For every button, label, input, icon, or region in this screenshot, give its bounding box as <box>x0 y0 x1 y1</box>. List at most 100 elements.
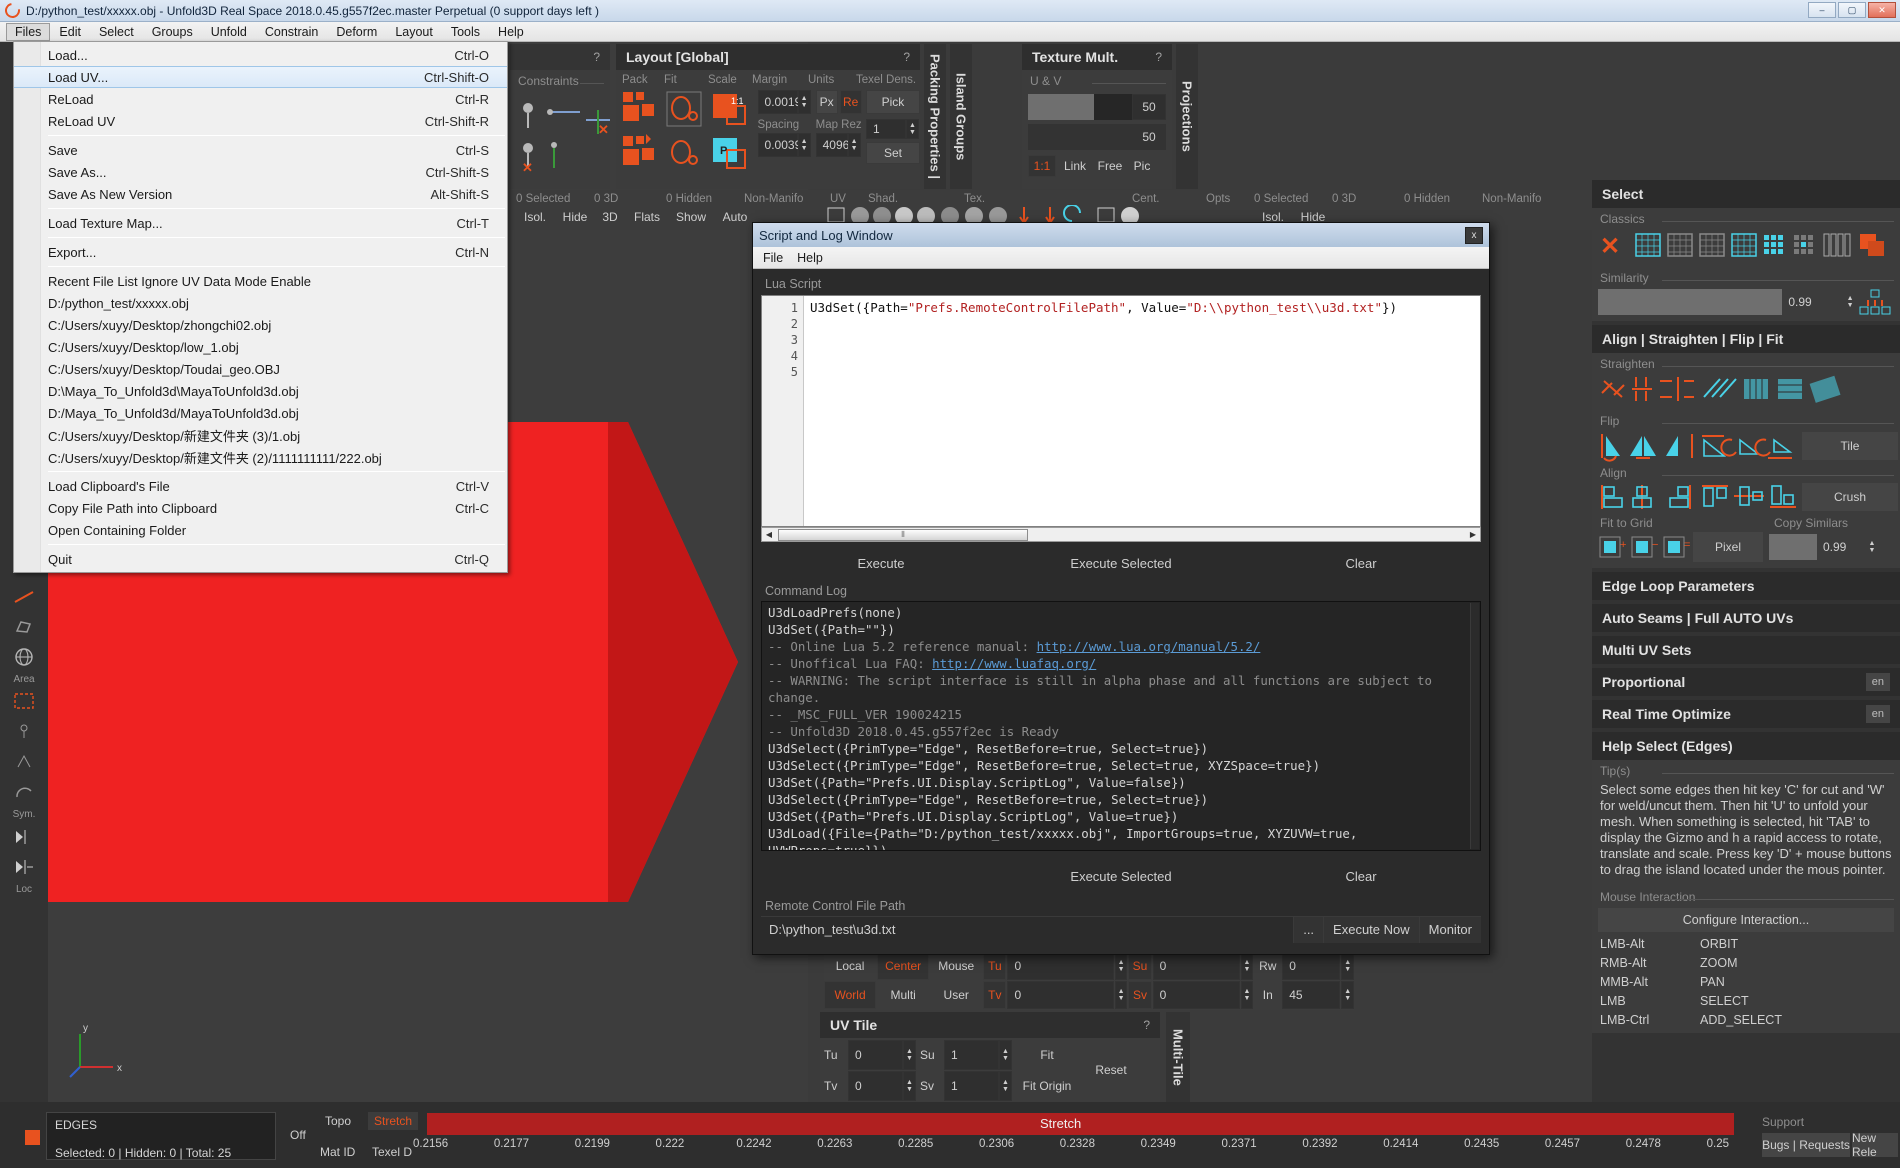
packing-properties-tab[interactable]: Packing Properties | <box>924 44 946 189</box>
scroll-thumb[interactable]: ⦀ <box>778 528 1028 541</box>
texmult-u-value[interactable]: 50 <box>1132 94 1166 120</box>
3d-button[interactable]: 3D <box>596 208 624 225</box>
execute-button[interactable]: Execute <box>761 556 1001 571</box>
minimize-button[interactable]: – <box>1808 2 1836 18</box>
files-menu-item[interactable]: Load Clipboard's File Ctrl-V <box>14 475 507 497</box>
files-menu-item[interactable]: C:/Users/xuyy/Desktop/新建文件夹 (2)/11111111… <box>14 446 507 468</box>
stretch-mode-button[interactable]: Stretch <box>368 1112 419 1130</box>
rw-spinner[interactable]: ▲ ▼ <box>1341 952 1354 980</box>
uvtile-fit-origin-button[interactable]: Fit Origin <box>1012 1071 1082 1101</box>
files-menu-item[interactable]: Copy File Path into Clipboard Ctrl-C <box>14 497 507 519</box>
log-link[interactable]: http://www.lua.org/manual/5.2/ <box>1037 639 1261 654</box>
spacing-spinner[interactable]: ▲ ▼ <box>797 133 811 157</box>
mode-multi-button[interactable]: Multi <box>877 981 930 1009</box>
units-re-button[interactable]: Re <box>839 90 862 114</box>
execute-selected-button[interactable]: Execute Selected <box>1001 556 1241 571</box>
log-execute-selected-button[interactable]: Execute Selected <box>1001 869 1241 884</box>
right-panel-section-header[interactable]: Multi UV Sets <box>1592 636 1900 664</box>
texmult-free-button[interactable]: Free <box>1094 155 1126 177</box>
texmult-pic-button[interactable]: Pic <box>1129 155 1155 177</box>
isolate-button[interactable]: Isol. <box>516 208 554 225</box>
multi-tile-tab[interactable]: Multi-Tile <box>1166 1012 1190 1102</box>
files-menu-item[interactable]: C:/Users/xuyy/Desktop/zhongchi02.obj <box>14 314 507 336</box>
uvtile-tu-spinner[interactable]: ▲ ▼ <box>903 1040 916 1070</box>
align-section-header[interactable]: Align | Straighten | Flip | Fit <box>1592 325 1900 353</box>
sv-spinner[interactable]: ▲ ▼ <box>1240 981 1254 1009</box>
uvtile-tv-input[interactable]: 0 <box>848 1071 903 1101</box>
tv-input[interactable]: 0 <box>1007 981 1114 1009</box>
tv-spinner[interactable]: ▲ ▼ <box>1114 981 1128 1009</box>
show-button[interactable]: Show <box>670 208 712 225</box>
in-input[interactable]: 45 <box>1282 981 1341 1009</box>
files-menu-item[interactable]: Export... Ctrl-N <box>14 241 507 263</box>
su-spinner[interactable]: ▲ ▼ <box>1240 952 1254 980</box>
matid-button[interactable]: Mat ID <box>320 1145 355 1159</box>
texel-spinner[interactable]: ▲ ▼ <box>905 119 919 139</box>
files-menu-item[interactable]: Save As... Ctrl-Shift-S <box>14 161 507 183</box>
mode-center-button[interactable]: Center <box>877 952 930 980</box>
script-and-log-window[interactable]: Script and Log Window x File Help Lua Sc… <box>752 222 1490 955</box>
lasso-icon[interactable] <box>0 612 48 642</box>
log-link[interactable]: http://www.luafaq.org/ <box>932 656 1096 671</box>
mouse-binding-row[interactable]: LMB-Alt ORBIT <box>1600 934 1894 953</box>
classics-icon-row[interactable]: ✕ <box>1598 228 1898 262</box>
right-panel-section-header[interactable]: Real Time Optimize en <box>1592 700 1900 728</box>
uv-tile-help-icon[interactable]: ? <box>1143 1018 1150 1032</box>
layout-help-icon[interactable]: ? <box>903 50 910 64</box>
log-clear-button[interactable]: Clear <box>1241 869 1481 884</box>
straighten-icon-row[interactable] <box>1598 373 1898 405</box>
flip-icon-row[interactable] <box>1598 430 1798 462</box>
mouse-binding-row[interactable]: LMB-Ctrl ADD_SELECT <box>1600 1010 1894 1029</box>
right-panel-section-header[interactable]: Edge Loop Parameters <box>1592 572 1900 600</box>
new-release-link[interactable]: New Rele <box>1852 1131 1898 1159</box>
mode-user-button[interactable]: User <box>930 981 983 1009</box>
menu-deform[interactable]: Deform <box>327 23 386 41</box>
texmult-ratio-button[interactable]: 1:1 <box>1028 155 1056 177</box>
topo-button[interactable]: Topo <box>325 1114 351 1128</box>
configure-interaction-button[interactable]: Configure Interaction... <box>1598 908 1894 932</box>
files-menu-item[interactable]: ReLoad UV Ctrl-Shift-R <box>14 110 507 132</box>
tu-spinner[interactable]: ▲ ▼ <box>1114 952 1128 980</box>
marquee-icon[interactable] <box>0 686 48 716</box>
scroll-right-arrow[interactable]: ▶ <box>1466 530 1480 539</box>
script-horizontal-scrollbar[interactable]: ◀ ⦀ ▶ <box>761 527 1481 542</box>
files-menu-item[interactable]: ReLoad Ctrl-R <box>14 88 507 110</box>
constraints-help-icon[interactable]: ? <box>593 50 600 64</box>
maprez-spinner[interactable]: ▲ ▼ <box>847 133 861 157</box>
files-dropdown-menu[interactable]: Load... Ctrl-O Load UV... Ctrl-Shift-O ReLoa… <box>13 41 508 573</box>
files-menu-item[interactable]: Quit Ctrl-Q <box>14 548 507 570</box>
in-spinner[interactable]: ▲ ▼ <box>1341 981 1354 1009</box>
files-menu-item[interactable]: Load UV... Ctrl-Shift-O <box>14 66 507 88</box>
mouse-binding-row[interactable]: MMB-Alt PAN <box>1600 972 1894 991</box>
remote-control-path-row[interactable]: D:\python_test\u3d.txt ... Execute Now M… <box>761 916 1481 943</box>
pack-icons[interactable] <box>622 90 658 176</box>
copy-similars-spinner[interactable]: ▲ ▼ <box>1865 540 1879 554</box>
texel-pick-button[interactable]: Pick <box>865 90 920 114</box>
lua-script-code[interactable]: U3dSet({Path="Prefs.RemoteControlFilePat… <box>804 296 1480 526</box>
uvtile-tu-input[interactable]: 0 <box>848 1040 903 1070</box>
menu-groups[interactable]: Groups <box>143 23 202 41</box>
pivot-icon[interactable] <box>0 746 48 776</box>
copy-similars-slider[interactable] <box>1769 534 1817 560</box>
pin-icon[interactable] <box>0 716 48 746</box>
similarity-value[interactable]: 0.99 <box>1782 289 1843 315</box>
files-menu-item[interactable]: Save As New Version Alt-Shift-S <box>14 183 507 205</box>
right-panel-section-header[interactable]: Auto Seams | Full AUTO UVs <box>1592 604 1900 632</box>
hide-button[interactable]: Hide <box>556 208 594 225</box>
log-vertical-scrollbar[interactable] <box>1470 603 1479 849</box>
uvtile-fit-button[interactable]: Fit <box>1012 1040 1082 1070</box>
bugs-requests-link[interactable]: Bugs | Requests <box>1762 1133 1850 1157</box>
off-button[interactable]: Off <box>290 1128 306 1142</box>
scale-icons[interactable]: 1:1 P <box>711 90 751 176</box>
arc-icon[interactable] <box>0 776 48 806</box>
scroll-left-arrow[interactable]: ◀ <box>762 530 776 539</box>
globe-icon[interactable] <box>0 642 48 672</box>
command-log-output[interactable]: U3dLoadPrefs(none) U3dSet({Path=""}) -- On… <box>761 601 1481 851</box>
align-icon-row[interactable] <box>1598 482 1798 512</box>
rw-input[interactable]: 0 <box>1282 952 1341 980</box>
similarity-propagate-icon[interactable] <box>1858 289 1894 315</box>
files-menu-item[interactable]: Load Texture Map... Ctrl-T <box>14 212 507 234</box>
texel-density-button[interactable]: Texel D <box>372 1145 412 1159</box>
menu-tools[interactable]: Tools <box>442 23 489 41</box>
mouse-binding-row[interactable]: RMB-Alt ZOOM <box>1600 953 1894 972</box>
